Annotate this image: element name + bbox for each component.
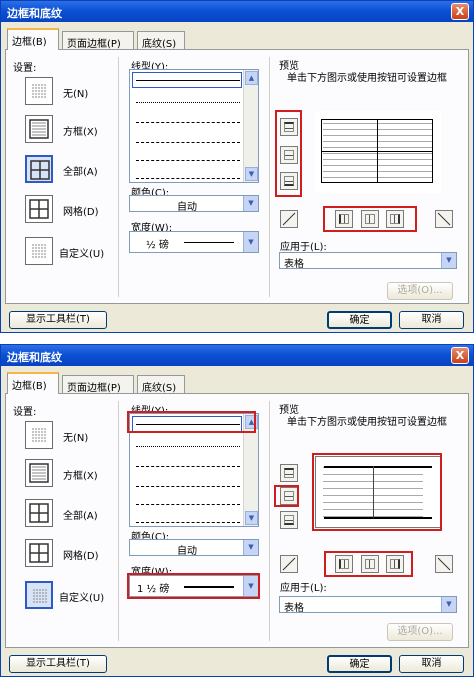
setting-custom-label: 自定义(U) bbox=[59, 249, 105, 260]
style-dash-dot-option[interactable] bbox=[136, 160, 240, 161]
color-value: 自动 bbox=[177, 202, 197, 213]
scroll-down-arrow[interactable]: ▼ bbox=[245, 511, 258, 525]
close-icon: X bbox=[455, 349, 465, 362]
setting-grid-button[interactable] bbox=[25, 539, 53, 567]
bottom-border-button[interactable] bbox=[280, 511, 298, 529]
style-dotted-option[interactable] bbox=[136, 102, 240, 103]
tab-borders[interactable]: 边框(B) bbox=[7, 372, 59, 394]
chevron-down-icon[interactable]: ▼ bbox=[243, 196, 258, 211]
tab-page-border[interactable]: 页面边框(P) bbox=[62, 31, 134, 50]
setting-box-button[interactable] bbox=[25, 115, 53, 143]
width-value: ½ 磅 bbox=[146, 240, 169, 251]
scroll-down-arrow[interactable]: ▼ bbox=[245, 167, 258, 181]
ok-button[interactable]: 确定 bbox=[327, 655, 392, 673]
top-border-button[interactable] bbox=[280, 464, 298, 482]
diagonal-down-button[interactable] bbox=[280, 210, 298, 228]
apply-to-select[interactable]: 表格 ▼ bbox=[279, 596, 457, 614]
apply-to-value: 表格 bbox=[284, 259, 304, 270]
style-solid-option[interactable] bbox=[136, 80, 240, 81]
setting-none-label: 无(N) bbox=[63, 433, 89, 444]
close-icon: X bbox=[455, 5, 465, 18]
setting-box-label: 方框(X) bbox=[63, 127, 98, 138]
setting-box-label: 方框(X) bbox=[63, 471, 98, 482]
setting-all-label: 全部(A) bbox=[63, 511, 98, 522]
dialog-title: 边框和底纹 bbox=[1, 1, 473, 22]
cancel-button[interactable]: 取消 bbox=[399, 655, 464, 673]
setting-custom-button[interactable] bbox=[25, 581, 53, 609]
diagonal-up-button[interactable] bbox=[435, 210, 453, 228]
setting-grid-label: 网格(D) bbox=[63, 551, 99, 562]
style-dotted-option[interactable] bbox=[136, 446, 240, 447]
setting-grid-button[interactable] bbox=[25, 195, 53, 223]
tab-page-border[interactable]: 页面边框(P) bbox=[62, 375, 134, 394]
setting-all-button[interactable] bbox=[25, 155, 53, 183]
width-select[interactable]: ½ 磅 ▼ bbox=[129, 231, 259, 253]
chevron-down-icon[interactable]: ▼ bbox=[441, 253, 456, 268]
chevron-down-icon[interactable]: ▼ bbox=[441, 597, 456, 612]
ok-button[interactable]: 确定 bbox=[327, 311, 392, 329]
setting-none-button[interactable] bbox=[25, 77, 53, 105]
style-dash-dot-dot-option[interactable] bbox=[136, 522, 240, 523]
setting-custom-button[interactable] bbox=[25, 237, 53, 265]
settings-label: 设置: bbox=[13, 63, 37, 74]
style-dash-dot-dot-option[interactable] bbox=[136, 178, 240, 179]
apply-to-label: 应用于(L): bbox=[280, 242, 327, 253]
border-bottom-icon bbox=[284, 515, 294, 525]
color-select[interactable]: 自动 ▼ bbox=[129, 195, 259, 213]
style-dashed-option[interactable] bbox=[136, 466, 240, 467]
diagonal-up-icon bbox=[437, 212, 451, 226]
show-toolbar-button[interactable]: 显示工具栏(T) bbox=[9, 655, 107, 673]
dialog-title: 边框和底纹 bbox=[1, 345, 473, 366]
setting-none-label: 无(N) bbox=[63, 89, 89, 100]
diagonal-down-icon bbox=[282, 557, 296, 571]
diagonal-up-button[interactable] bbox=[435, 555, 453, 573]
options-button[interactable]: 选项(O)... bbox=[387, 623, 453, 641]
chevron-down-icon[interactable]: ▼ bbox=[243, 540, 258, 555]
style-dash-dot-option[interactable] bbox=[136, 504, 240, 505]
apply-to-select[interactable]: 表格 ▼ bbox=[279, 252, 457, 270]
setting-all-label: 全部(A) bbox=[63, 167, 98, 178]
diagonal-up-icon bbox=[437, 557, 451, 571]
style-dashed-option[interactable] bbox=[136, 122, 240, 123]
style-scrollbar[interactable]: ▲ ▼ bbox=[243, 70, 258, 182]
close-button[interactable]: X bbox=[451, 3, 469, 20]
chevron-down-icon[interactable]: ▼ bbox=[243, 232, 258, 252]
apply-to-label: 应用于(L): bbox=[280, 583, 327, 594]
color-value: 自动 bbox=[177, 546, 197, 557]
setting-box-button[interactable] bbox=[25, 459, 53, 487]
setting-none-button[interactable] bbox=[25, 421, 53, 449]
diagonal-down-button[interactable] bbox=[280, 555, 298, 573]
style-dash-long-option[interactable] bbox=[136, 142, 240, 143]
setting-custom-label: 自定义(U) bbox=[59, 593, 105, 604]
borders-shading-dialog: 边框和底纹 X 边框(B) 页面边框(P) 底纹(S) 设置: 无(N) 方框(X) 全部(A)… bbox=[0, 344, 474, 677]
preview-hint: 单击下方图示或使用按钮可设置边框 bbox=[287, 417, 447, 428]
settings-label: 设置: bbox=[13, 407, 37, 418]
border-top-icon bbox=[284, 468, 294, 478]
scroll-up-arrow[interactable]: ▲ bbox=[245, 71, 258, 85]
close-button[interactable]: X bbox=[451, 347, 469, 364]
setting-grid-label: 网格(D) bbox=[63, 207, 99, 218]
tab-borders[interactable]: 边框(B) bbox=[7, 28, 59, 50]
show-toolbar-button[interactable]: 显示工具栏(T) bbox=[9, 311, 107, 329]
diagonal-down-icon bbox=[282, 212, 296, 226]
tab-shading[interactable]: 底纹(S) bbox=[137, 31, 185, 50]
cancel-button[interactable]: 取消 bbox=[399, 311, 464, 329]
setting-all-button[interactable] bbox=[25, 499, 53, 527]
apply-to-value: 表格 bbox=[284, 603, 304, 614]
borders-shading-dialog: 边框和底纹 X 边框(B) 页面边框(P) 底纹(S) 设置: 无(N) 方框(X) 全部(A)… bbox=[0, 0, 474, 333]
style-dash-long-option[interactable] bbox=[136, 486, 240, 487]
tab-shading[interactable]: 底纹(S) bbox=[137, 375, 185, 394]
preview-hint: 单击下方图示或使用按钮可设置边框 bbox=[287, 73, 447, 84]
options-button[interactable]: 选项(O)... bbox=[387, 282, 453, 300]
color-select[interactable]: 自动 ▼ bbox=[129, 539, 259, 557]
line-style-list[interactable]: ▲ ▼ bbox=[129, 69, 259, 183]
